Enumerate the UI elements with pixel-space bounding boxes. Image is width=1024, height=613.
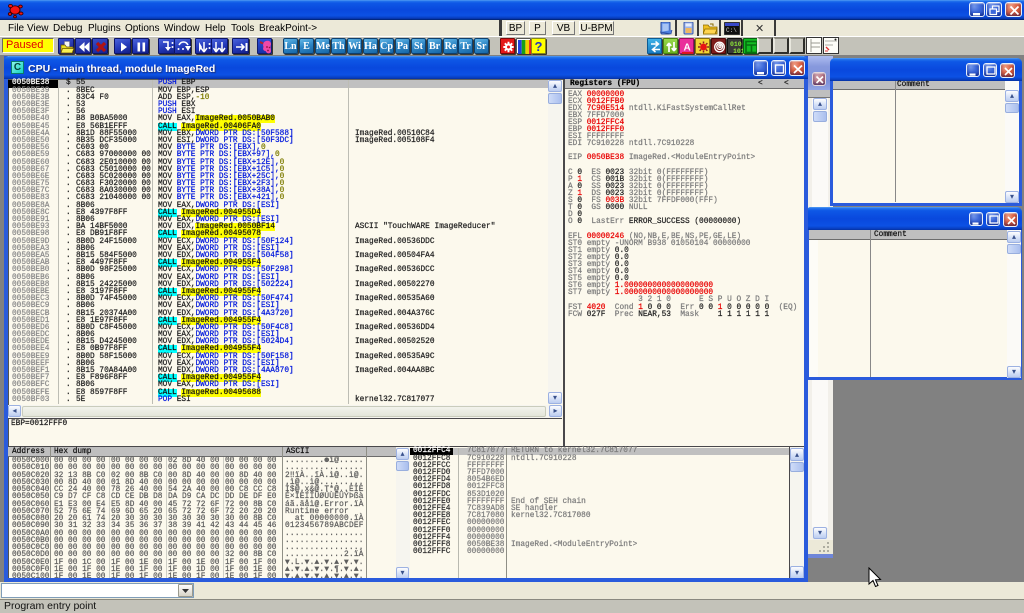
svg-text:101: 101 [733,48,743,55]
svg-text:010: 010 [730,41,742,48]
svg-text:C:\: C:\ [726,27,737,34]
svg-text:A: A [684,43,691,54]
